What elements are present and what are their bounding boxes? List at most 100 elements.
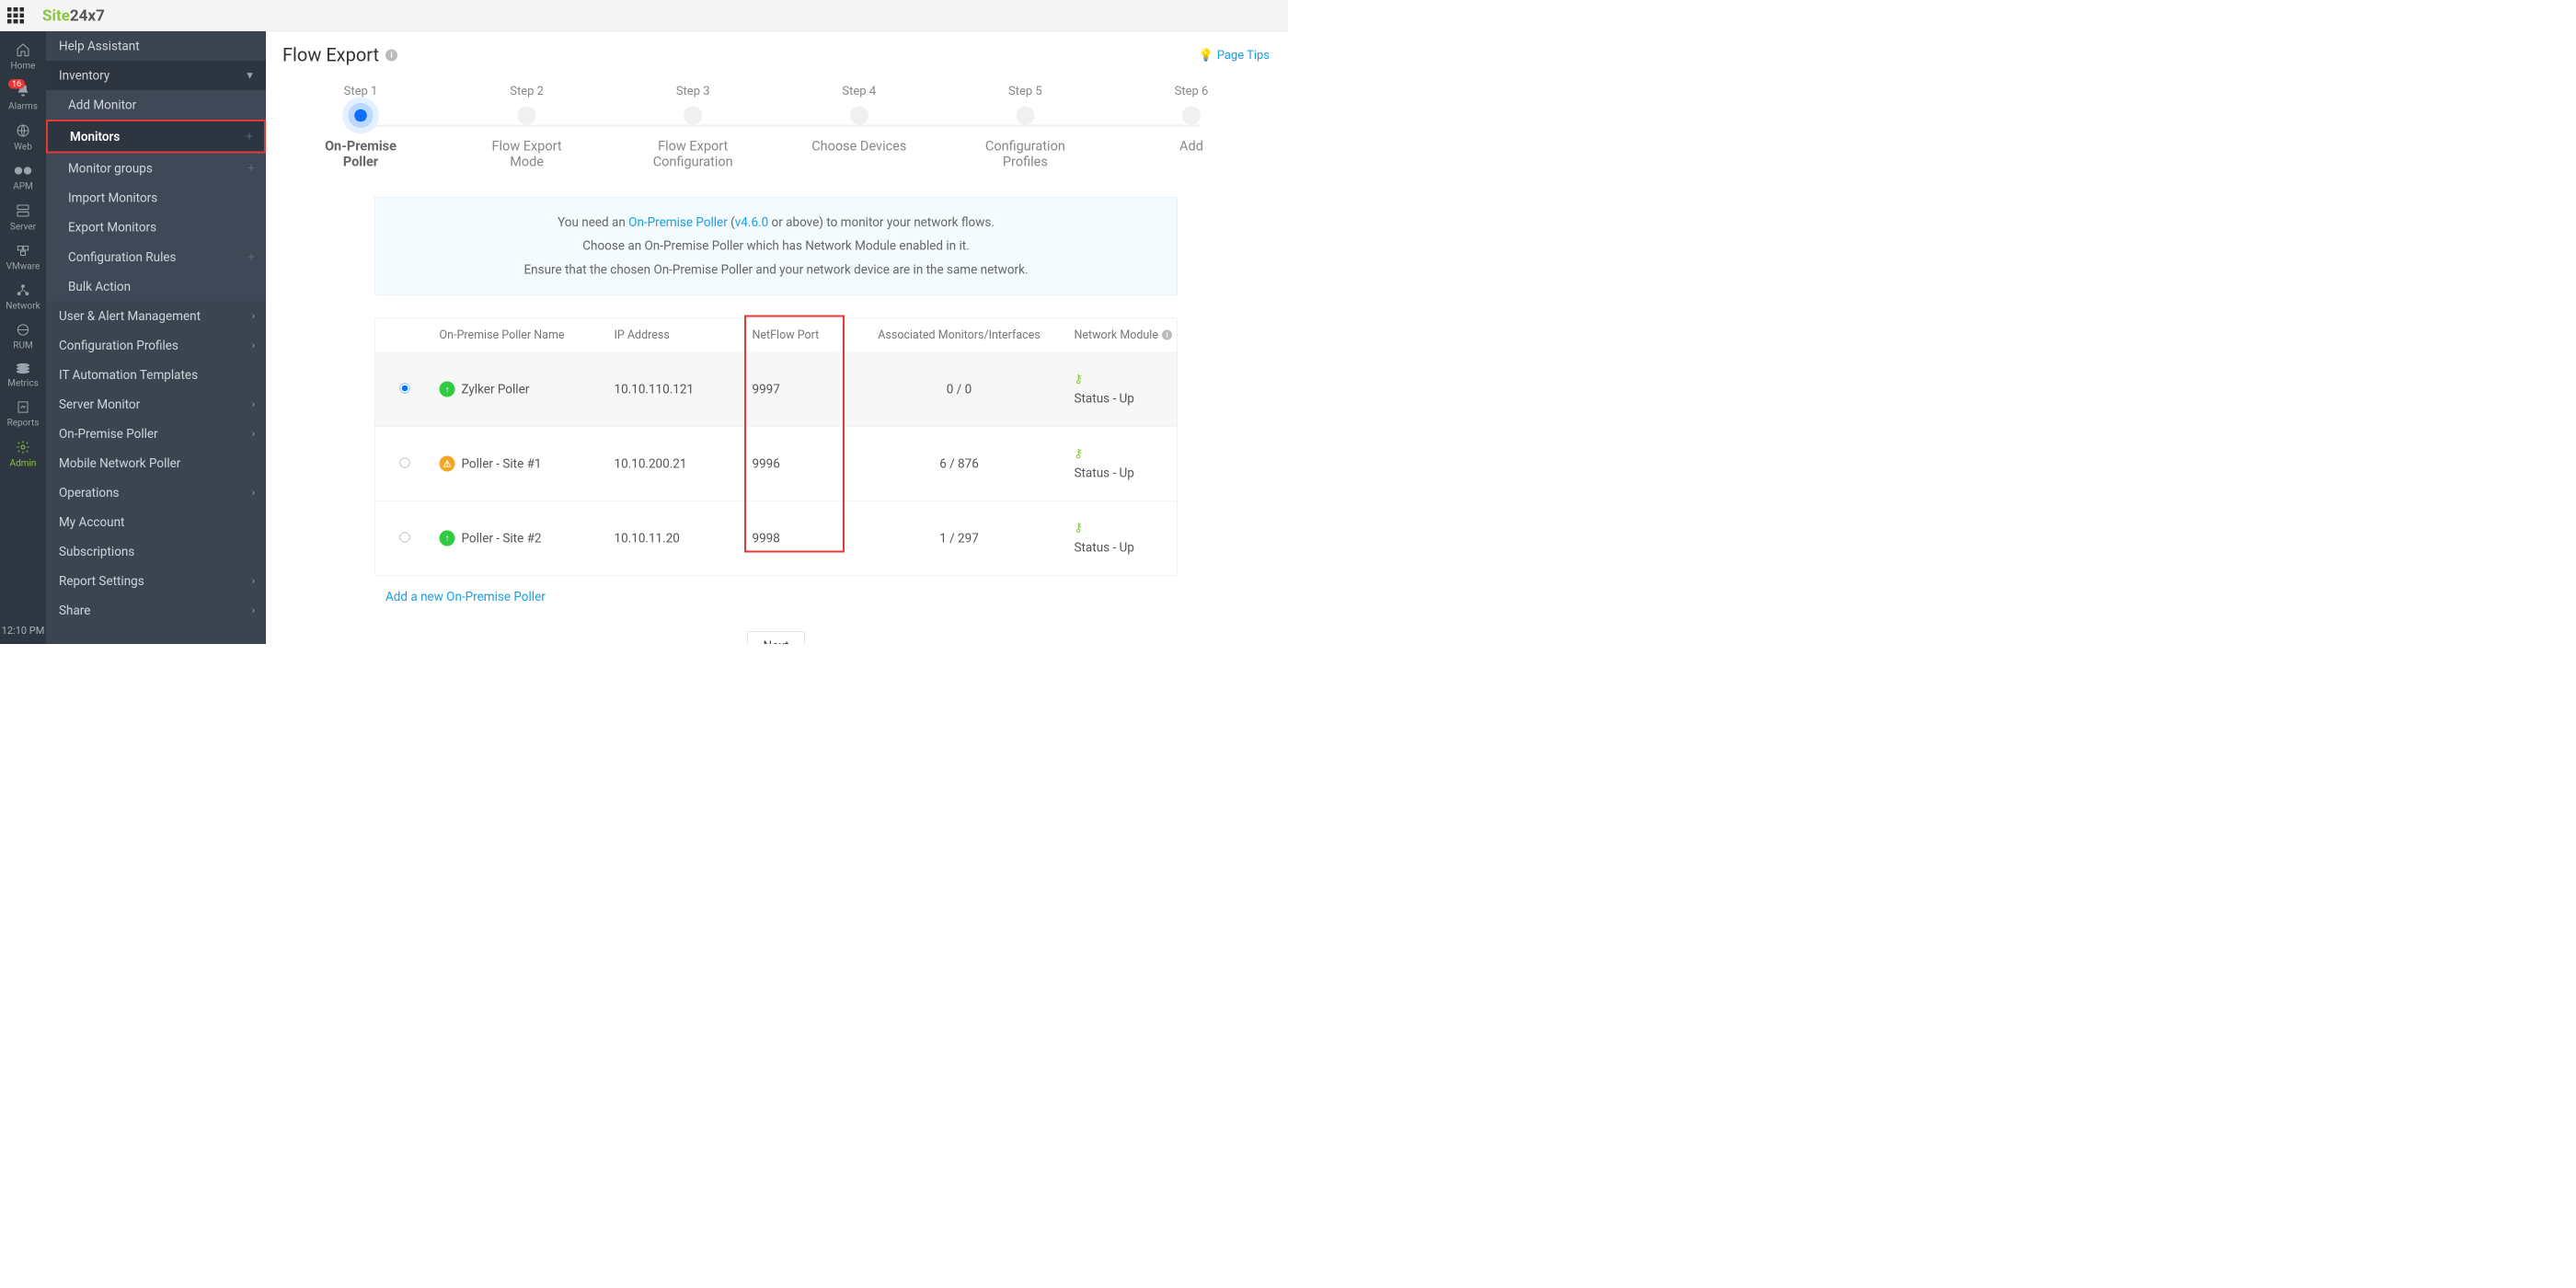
step[interactable]: Step 4 Choose Devices (809, 85, 910, 155)
rail-network[interactable]: Network (0, 278, 46, 317)
report-icon (16, 400, 30, 414)
table-row[interactable]: ↑Poller - Site #2 10.10.11.20 9998 1 / 2… (375, 501, 1178, 575)
network-module-icon: ⚷ (1075, 370, 1217, 389)
sidebar-it-automation[interactable]: IT Automation Templates (46, 361, 266, 390)
sidebar-subscriptions[interactable]: Subscriptions (46, 537, 266, 567)
sidebar-add-monitor[interactable]: Add Monitor (46, 90, 266, 120)
main-content: Flow Export i 💡 Page Tips Step 1 On-Prem… (266, 31, 1288, 644)
step-bottom-label: Choose Devices (809, 139, 910, 155)
page-tips-link[interactable]: 💡 Page Tips (1199, 48, 1270, 62)
topbar: Site24x7 (0, 0, 1288, 31)
step-bottom-label: Configuration Profiles (974, 139, 1075, 170)
poller-radio[interactable] (400, 458, 410, 468)
cell-assoc: 1 / 297 (849, 531, 1070, 546)
version-link[interactable]: v4.6.0 (735, 215, 768, 230)
rail-alarms[interactable]: 16 Alarms (0, 77, 46, 118)
rail-apm[interactable]: APM (0, 158, 46, 198)
th-port: NetFlow Port (748, 328, 849, 342)
chevron-right-icon: › (252, 339, 255, 351)
th-module: Network Modulei (1070, 328, 1222, 342)
step-bottom-label: On-Premise Poller (310, 139, 411, 170)
sidebar-onpremise-poller[interactable]: On-Premise Poller› (46, 420, 266, 449)
step-dot (1016, 107, 1034, 125)
cell-name: ↑Poller - Site #2 (435, 530, 610, 546)
cell-module: ⚷Status - Up (1070, 444, 1222, 483)
logo[interactable]: Site24x7 (42, 6, 105, 25)
cell-ip: 10.10.11.20 (610, 531, 748, 546)
step[interactable]: Step 3 Flow Export Configuration (642, 85, 743, 170)
step[interactable]: Step 6 Add (1141, 85, 1242, 155)
rail-server[interactable]: Server (0, 198, 46, 238)
notice-box: You need an On-Premise Poller (v4.6.0 or… (374, 198, 1178, 295)
table-header: On-Premise Poller Name IP Address NetFlo… (375, 318, 1178, 352)
plus-icon[interactable]: + (247, 161, 255, 177)
sidebar-bulk-action[interactable]: Bulk Action (46, 272, 266, 302)
cell-name: ↑Zylker Poller (435, 382, 610, 397)
rail-reports[interactable]: Reports (0, 395, 46, 434)
poller-radio[interactable] (400, 532, 410, 542)
table-row[interactable]: ⚠Poller - Site #1 10.10.200.21 9996 6 / … (375, 427, 1178, 501)
binoculars-icon (14, 164, 32, 178)
globe-icon (16, 323, 31, 337)
add-poller-link[interactable]: Add a new On-Premise Poller (385, 590, 1270, 604)
cell-module: ⚷Status - Up (1070, 519, 1222, 558)
sidebar-operations[interactable]: Operations› (46, 478, 266, 508)
sidebar-configuration-rules[interactable]: Configuration Rules+ (46, 242, 266, 272)
step-bottom-label: Flow Export Configuration (642, 139, 743, 170)
step-dot (850, 107, 868, 125)
info-icon[interactable]: i (385, 49, 397, 61)
sidebar-inventory[interactable]: Inventory▼ (46, 61, 266, 90)
step[interactable]: Step 2 Flow Export Mode (477, 85, 578, 170)
rail-rum[interactable]: RUM (0, 317, 46, 357)
sidebar-my-account[interactable]: My Account (46, 508, 266, 537)
cell-port: 9997 (748, 382, 849, 397)
rail-admin[interactable]: Admin (0, 434, 46, 475)
step-bottom-label: Add (1141, 139, 1242, 155)
sidebar-configuration-profiles[interactable]: Configuration Profiles› (46, 331, 266, 361)
step-dot (684, 107, 702, 125)
chevron-right-icon: › (252, 575, 255, 587)
sidebar-monitor-groups[interactable]: Monitor groups+ (46, 154, 266, 184)
plus-icon[interactable]: + (247, 249, 255, 265)
stepper: Step 1 On-Premise Poller Step 2 Flow Expo… (310, 85, 1242, 170)
poller-table: On-Premise Poller Name IP Address NetFlo… (374, 317, 1178, 575)
sidebar-import-monitors[interactable]: Import Monitors (46, 183, 266, 213)
status-up-icon: ↑ (440, 382, 455, 397)
sidebar-monitors[interactable]: Monitors+ (46, 120, 266, 154)
home-icon (15, 42, 31, 57)
cell-assoc: 6 / 876 (849, 456, 1070, 471)
next-button[interactable]: Next (747, 632, 805, 644)
rail-home[interactable]: Home (0, 37, 46, 77)
cell-ip: 10.10.200.21 (610, 456, 748, 471)
status-warn-icon: ⚠ (440, 456, 455, 472)
network-icon (16, 283, 31, 297)
onpremise-poller-link[interactable]: On-Premise Poller (628, 215, 728, 230)
step[interactable]: Step 5 Configuration Profiles (974, 85, 1075, 170)
sidebar-export-monitors[interactable]: Export Monitors (46, 213, 266, 242)
sidebar-server-monitor[interactable]: Server Monitor› (46, 390, 266, 420)
rail-time: 12:10 PM (2, 618, 45, 645)
poller-radio[interactable] (400, 384, 410, 394)
rail-web[interactable]: Web (0, 118, 46, 158)
chevron-right-icon: › (252, 310, 255, 322)
step[interactable]: Step 1 On-Premise Poller (310, 85, 411, 170)
sidebar-share[interactable]: Share› (46, 596, 266, 626)
rail-metrics[interactable]: Metrics (0, 357, 46, 395)
apps-grid-icon[interactable] (7, 7, 24, 24)
th-ip: IP Address (610, 328, 748, 342)
table-row[interactable]: ↑Zylker Poller 10.10.110.121 9997 0 / 0 … (375, 352, 1178, 427)
sidebar-report-settings[interactable]: Report Settings› (46, 567, 266, 596)
plus-icon[interactable]: + (246, 129, 253, 144)
icon-rail: Home 16 Alarms Web APM Server VMware Net… (0, 31, 46, 644)
boxes-icon (16, 244, 31, 258)
sidebar-help-assistant[interactable]: Help Assistant (46, 31, 266, 61)
rail-vmware[interactable]: VMware (0, 238, 46, 278)
sidebar-user-alert-management[interactable]: User & Alert Management› (46, 302, 266, 331)
sidebar-mobile-network-poller[interactable]: Mobile Network Poller (46, 449, 266, 478)
info-icon[interactable]: i (1162, 330, 1172, 340)
cell-port: 9996 (748, 456, 849, 471)
page-title: Flow Export i (282, 44, 397, 66)
step-top-label: Step 2 (477, 85, 578, 98)
network-module-icon: ⚷ (1075, 519, 1217, 538)
step-top-label: Step 5 (974, 85, 1075, 98)
